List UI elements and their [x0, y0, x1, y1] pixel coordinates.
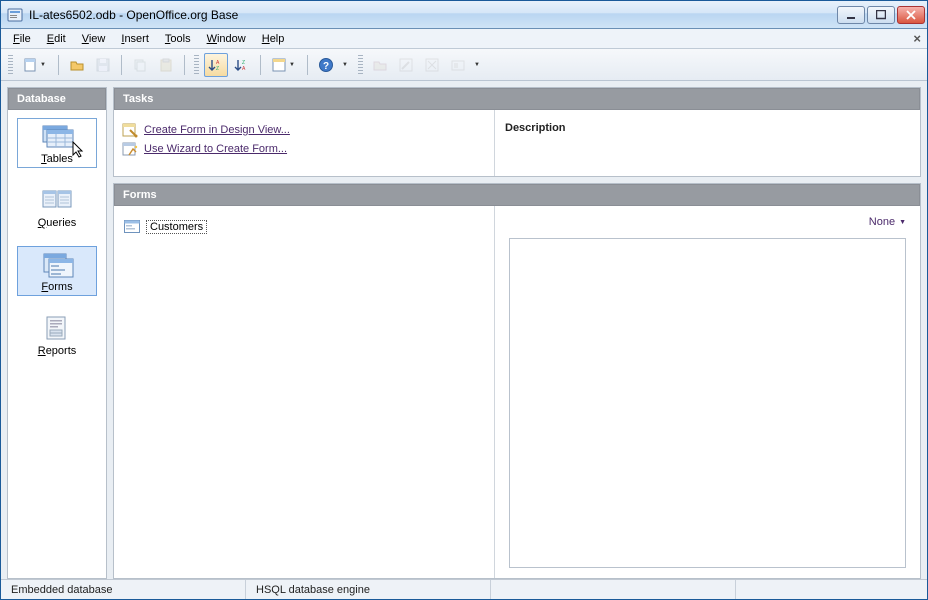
main-area: Database Tables	[1, 81, 927, 579]
task-label: Use Wizard to Create Form...	[144, 143, 287, 155]
status-empty	[491, 580, 736, 599]
form-rename-button[interactable]	[446, 53, 470, 77]
view-mode-dropdown[interactable]: None ▼	[509, 216, 906, 228]
save-button[interactable]	[91, 53, 115, 77]
menu-tools[interactable]: Tools	[157, 31, 199, 47]
sidebar-header: Database	[8, 88, 106, 110]
sidebar-item-queries[interactable]: Queries	[17, 182, 97, 232]
titlebar: IL-ates6502.odb - OpenOffice.org Base	[1, 1, 927, 29]
doc-close-icon[interactable]: ×	[913, 31, 921, 46]
task-create-wizard[interactable]: Use Wizard to Create Form...	[122, 141, 486, 157]
toolbar-overflow[interactable]: ▼	[340, 53, 350, 77]
close-button[interactable]	[897, 6, 925, 24]
menu-insert[interactable]: Insert	[113, 31, 157, 47]
form-icon	[124, 220, 140, 234]
sidebar-label: Queries	[38, 217, 77, 229]
sort-asc-button[interactable]: AZ	[204, 53, 228, 77]
queries-icon	[37, 187, 77, 215]
form-delete-button[interactable]	[420, 53, 444, 77]
statusbar: Embedded database HSQL database engine	[1, 579, 927, 599]
sidebar-label: Tables	[41, 153, 73, 165]
toolbar-separator	[307, 55, 308, 75]
tables-icon	[37, 123, 77, 151]
caret-down-icon: ▼	[899, 219, 906, 226]
svg-text:?: ?	[323, 61, 329, 72]
database-sidebar: Database Tables	[7, 87, 107, 579]
sidebar-item-reports[interactable]: Reports	[17, 310, 97, 360]
forms-header: Forms	[114, 184, 920, 206]
toolbar-separator	[121, 55, 122, 75]
task-label: Create Form in Design View...	[144, 124, 290, 136]
sidebar-item-forms[interactable]: Forms	[17, 246, 97, 296]
minimize-button[interactable]	[837, 6, 865, 24]
tasks-panel: Tasks Create Form in Design View... Use …	[113, 87, 921, 177]
paste-button[interactable]	[154, 53, 178, 77]
window-title: IL-ates6502.odb - OpenOffice.org Base	[29, 8, 837, 22]
forms-preview-pane: None ▼	[494, 206, 920, 578]
status-engine: HSQL database engine	[246, 580, 491, 599]
maximize-button[interactable]	[867, 6, 895, 24]
preview-box	[509, 238, 906, 568]
help-button[interactable]: ?	[314, 53, 338, 77]
sidebar-label: Reports	[38, 345, 77, 357]
new-doc-dropdown[interactable]: ▼	[18, 53, 52, 77]
form-open-button[interactable]	[368, 53, 392, 77]
task-create-design-view[interactable]: Create Form in Design View...	[122, 122, 486, 138]
menu-help[interactable]: Help	[254, 31, 293, 47]
svg-text:Z: Z	[216, 66, 219, 72]
copy-button[interactable]	[128, 53, 152, 77]
menu-edit[interactable]: Edit	[39, 31, 74, 47]
sidebar-item-tables[interactable]: Tables	[17, 118, 97, 168]
window-buttons	[837, 6, 925, 24]
svg-text:A: A	[242, 66, 246, 72]
form-design-icon	[122, 122, 138, 138]
forms-icon	[37, 251, 77, 279]
form-edit-button[interactable]	[394, 53, 418, 77]
menubar: File Edit View Insert Tools Window Help …	[1, 29, 927, 49]
menu-view[interactable]: View	[74, 31, 114, 47]
menu-file[interactable]: File	[5, 31, 39, 47]
tasks-header: Tasks	[114, 88, 920, 110]
toolbar-separator	[58, 55, 59, 75]
menu-window[interactable]: Window	[199, 31, 254, 47]
toolbar-overflow[interactable]: ▼	[472, 53, 482, 77]
sort-desc-button[interactable]: ZA	[230, 53, 254, 77]
form-entry-customers[interactable]: Customers	[124, 220, 207, 234]
open-button[interactable]	[65, 53, 89, 77]
form-wizard-icon	[122, 141, 138, 157]
app-icon	[7, 7, 23, 23]
right-pane: Tasks Create Form in Design View... Use …	[113, 87, 921, 579]
reports-icon	[37, 315, 77, 343]
forms-list: Customers	[114, 206, 494, 578]
toolbar-separator	[260, 55, 261, 75]
form-dropdown[interactable]: ▼	[267, 53, 301, 77]
toolbar: ▼ AZ ZA ▼ ? ▼ ▼	[1, 49, 927, 81]
task-description-header: Description	[494, 110, 920, 176]
status-db-type: Embedded database	[1, 580, 246, 599]
toolbar-separator	[184, 55, 185, 75]
form-label: Customers	[146, 220, 207, 234]
cursor-icon	[72, 141, 86, 159]
toolbar-grip[interactable]	[8, 55, 13, 75]
task-list: Create Form in Design View... Use Wizard…	[114, 110, 494, 176]
toolbar-grip[interactable]	[358, 55, 363, 75]
sidebar-label: Forms	[41, 281, 72, 293]
toolbar-grip[interactable]	[194, 55, 199, 75]
status-empty	[736, 580, 927, 599]
view-mode-label: None	[869, 216, 895, 228]
forms-panel: Forms Customers None ▼	[113, 183, 921, 579]
